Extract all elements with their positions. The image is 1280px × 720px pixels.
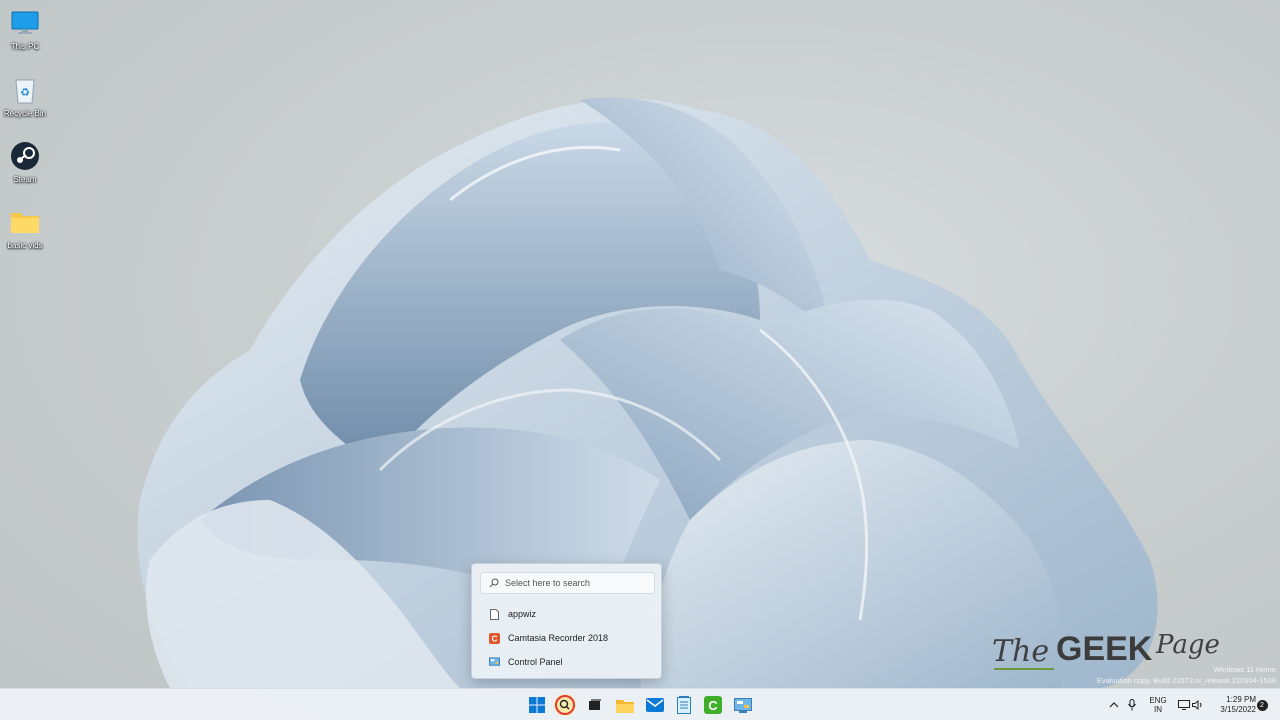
search-icon xyxy=(489,578,499,588)
svg-text:♻: ♻ xyxy=(20,87,30,99)
search-result-label: appwiz xyxy=(508,609,537,619)
svg-text:C: C xyxy=(708,698,718,713)
search-box[interactable] xyxy=(480,572,655,594)
search-result-label: Camtasia Recorder 2018 xyxy=(508,633,609,643)
logo-underline xyxy=(994,668,1054,670)
speaker-icon xyxy=(1192,700,1202,710)
file-icon xyxy=(489,608,500,620)
network-icon xyxy=(1178,700,1190,710)
logo-the: The xyxy=(992,634,1050,669)
svg-text:C: C xyxy=(492,634,498,643)
show-hidden-icons-button[interactable] xyxy=(1106,689,1122,720)
windows-start-icon xyxy=(529,697,545,713)
language-indicator[interactable]: ENG IN xyxy=(1144,689,1172,720)
desktop-icon-recycle-bin[interactable]: ♻ Recycle Bin xyxy=(2,71,48,131)
notepad-icon xyxy=(677,696,691,714)
start-button[interactable] xyxy=(525,693,549,717)
microphone-icon xyxy=(1128,699,1136,711)
search-result-appwiz[interactable]: appwiz xyxy=(480,604,655,624)
control-panel-icon xyxy=(489,657,500,668)
notepad-button[interactable] xyxy=(672,693,696,717)
taskbar: C ENG IN 1:29 PM 3/15/2022 2 xyxy=(0,688,1280,720)
control-panel-button[interactable] xyxy=(731,693,755,717)
search-popup: appwiz C Camtasia Recorder 2018 Control … xyxy=(471,563,662,679)
notification-badge[interactable]: 2 xyxy=(1256,689,1268,720)
notification-count: 2 xyxy=(1256,699,1268,711)
control-panel-icon xyxy=(734,697,752,713)
camtasia-icon: C xyxy=(489,632,500,644)
chevron-up-icon xyxy=(1109,702,1119,708)
camtasia-button[interactable]: C xyxy=(701,693,725,717)
clock-time: 1:29 PM xyxy=(1226,695,1256,704)
windows-watermark: Windows 11 Home Evaluation copy. Build 2… xyxy=(1097,664,1276,686)
watermark-build: Evaluation copy. Build 22572.ni_release.… xyxy=(1096,676,1276,685)
file-explorer-button[interactable] xyxy=(613,693,637,717)
mail-icon xyxy=(646,698,664,712)
steam-icon xyxy=(10,141,40,171)
logo-page: Page xyxy=(1156,630,1220,660)
desktop-icon-label: Steam xyxy=(13,175,37,184)
search-result-control-panel[interactable]: Control Panel xyxy=(480,652,655,672)
desktop-icon-label: basic vids xyxy=(7,241,43,250)
folder-icon xyxy=(10,207,40,237)
desktop-icon-basic-vids[interactable]: basic vids xyxy=(2,203,48,263)
language-region: IN xyxy=(1154,705,1162,714)
desktop-icon-label: Recycle Bin xyxy=(3,109,47,118)
watermark-edition: Windows 11 Home xyxy=(1213,665,1276,674)
desktop-icon-steam[interactable]: Steam xyxy=(2,137,48,197)
desktop-icon-this-pc[interactable]: This PC xyxy=(2,4,48,64)
mail-button[interactable] xyxy=(643,693,667,717)
monitor-icon xyxy=(10,8,40,38)
search-result-label: Control Panel xyxy=(508,657,563,667)
task-view-button[interactable] xyxy=(583,693,607,717)
search-button[interactable] xyxy=(553,693,577,717)
file-explorer-icon xyxy=(616,699,634,713)
recycle-bin-icon: ♻ xyxy=(10,75,40,105)
clock[interactable]: 1:29 PM 3/15/2022 xyxy=(1210,689,1256,720)
microphone-button[interactable] xyxy=(1124,689,1140,720)
search-icon xyxy=(554,694,576,716)
volume-button[interactable] xyxy=(1191,689,1205,720)
desktop-icon-label: This PC xyxy=(10,42,40,51)
clock-date: 3/15/2022 xyxy=(1220,705,1256,714)
network-button[interactable] xyxy=(1176,689,1192,720)
search-input[interactable] xyxy=(505,578,645,588)
search-result-camtasia[interactable]: C Camtasia Recorder 2018 xyxy=(480,628,655,648)
camtasia-icon: C xyxy=(704,696,722,714)
task-view-icon xyxy=(589,699,601,710)
language-code: ENG xyxy=(1149,696,1167,705)
